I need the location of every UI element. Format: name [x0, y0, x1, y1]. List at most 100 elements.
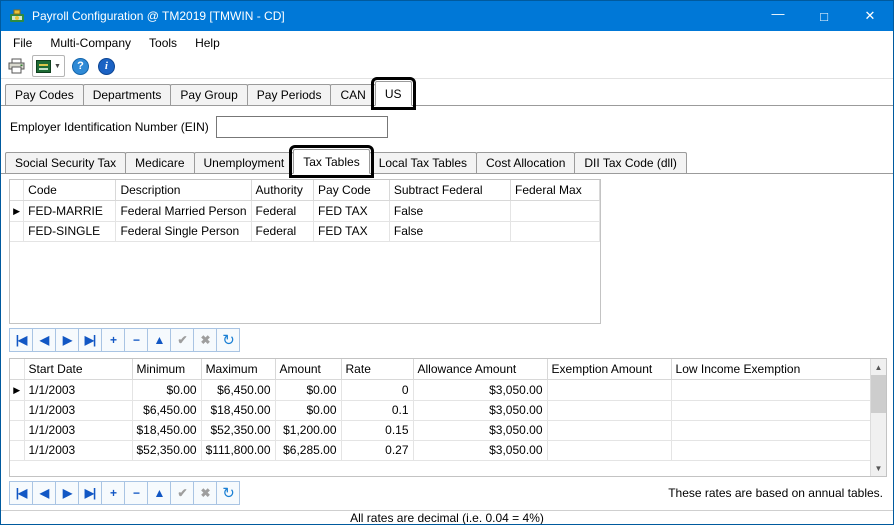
grid-cell[interactable]: $52,350.00: [201, 420, 275, 440]
grid-cell[interactable]: $0.00: [275, 379, 341, 400]
tab-dii-tax-code[interactable]: DII Tax Code (dll): [574, 152, 686, 173]
nav-prior-button[interactable]: ◀: [32, 481, 56, 505]
scrollbar-thumb[interactable]: [871, 375, 886, 413]
grid-cell[interactable]: $3,050.00: [413, 400, 547, 420]
table-row[interactable]: ▶ 1/1/2003 $0.00 $6,450.00 $0.00 0 $3,05…: [10, 379, 879, 400]
maximize-button[interactable]: □: [801, 1, 847, 31]
grid-cell[interactable]: $18,450.00: [132, 420, 201, 440]
tab-us[interactable]: US: [375, 81, 412, 106]
tab-pay-group[interactable]: Pay Group: [170, 84, 247, 105]
column-header-exemption-amount[interactable]: Exemption Amount: [547, 359, 671, 379]
column-header-federal-max[interactable]: Federal Max: [511, 180, 600, 200]
grid-cell[interactable]: 0.15: [341, 420, 413, 440]
grid-cell[interactable]: Federal: [251, 221, 314, 241]
nav-cancel-button[interactable]: ✖: [193, 328, 217, 352]
menu-multi-company[interactable]: Multi-Company: [41, 32, 140, 54]
help-button[interactable]: ?: [70, 55, 91, 77]
tab-pay-periods[interactable]: Pay Periods: [247, 84, 332, 105]
tab-unemployment[interactable]: Unemployment: [194, 152, 295, 173]
table-row[interactable]: ▶ FED-MARRIE Federal Married Person Fede…: [10, 200, 600, 221]
column-header-code[interactable]: Code: [24, 180, 116, 200]
column-header-authority[interactable]: Authority: [251, 180, 314, 200]
tab-pay-codes[interactable]: Pay Codes: [5, 84, 84, 105]
grid-cell[interactable]: [547, 400, 671, 420]
column-header-rate[interactable]: Rate: [341, 359, 413, 379]
menu-help[interactable]: Help: [186, 32, 229, 54]
grid-cell[interactable]: $52,350.00: [132, 440, 201, 460]
tab-social-security-tax[interactable]: Social Security Tax: [5, 152, 126, 173]
nav-prior-button[interactable]: ◀: [32, 328, 56, 352]
nav-delete-button[interactable]: −: [124, 481, 148, 505]
grid-cell[interactable]: Federal Single Person: [116, 221, 251, 241]
grid-cell[interactable]: $6,450.00: [201, 379, 275, 400]
column-header-description[interactable]: Description: [116, 180, 251, 200]
column-header-amount[interactable]: Amount: [275, 359, 341, 379]
grid-cell[interactable]: 0.27: [341, 440, 413, 460]
column-header-subtract-federal[interactable]: Subtract Federal: [389, 180, 510, 200]
grid-cell[interactable]: 0.1: [341, 400, 413, 420]
grid-cell[interactable]: [547, 440, 671, 460]
column-header-start-date[interactable]: Start Date: [24, 359, 132, 379]
grid-cell[interactable]: False: [389, 200, 510, 221]
column-header-pay-code[interactable]: Pay Code: [314, 180, 390, 200]
grid-cell[interactable]: [671, 379, 879, 400]
nav-refresh-button[interactable]: ↻: [216, 328, 240, 352]
grid-cell[interactable]: FED TAX: [314, 221, 390, 241]
grid-cell[interactable]: $3,050.00: [413, 379, 547, 400]
company-dropdown[interactable]: ▼: [32, 55, 65, 77]
grid-cell[interactable]: False: [389, 221, 510, 241]
tab-departments[interactable]: Departments: [83, 84, 172, 105]
grid-cell[interactable]: FED-SINGLE: [24, 221, 116, 241]
nav-post-button[interactable]: ✔: [170, 481, 194, 505]
grid-cell[interactable]: [511, 221, 600, 241]
grid-cell[interactable]: FED-MARRIE: [24, 200, 116, 221]
nav-insert-button[interactable]: +: [101, 328, 125, 352]
vertical-scrollbar[interactable]: ▲ ▼: [870, 359, 886, 476]
grid-cell[interactable]: [547, 379, 671, 400]
grid-cell[interactable]: $3,050.00: [413, 440, 547, 460]
nav-next-button[interactable]: ▶: [55, 481, 79, 505]
column-header-allowance-amount[interactable]: Allowance Amount: [413, 359, 547, 379]
menu-file[interactable]: File: [4, 32, 41, 54]
nav-post-button[interactable]: ✔: [170, 328, 194, 352]
grid-cell[interactable]: 1/1/2003: [24, 440, 132, 460]
grid-cell[interactable]: $3,050.00: [413, 420, 547, 440]
print-button[interactable]: [6, 55, 27, 77]
nav-first-button[interactable]: |◀: [9, 328, 33, 352]
grid-cell[interactable]: [547, 420, 671, 440]
table-row[interactable]: FED-SINGLE Federal Single Person Federal…: [10, 221, 600, 241]
nav-last-button[interactable]: ▶|: [78, 481, 102, 505]
tab-local-tax-tables[interactable]: Local Tax Tables: [369, 152, 477, 173]
grid-cell[interactable]: 0: [341, 379, 413, 400]
nav-refresh-button[interactable]: ↻: [216, 481, 240, 505]
scroll-up-icon[interactable]: ▲: [871, 359, 886, 375]
grid-cell[interactable]: [671, 440, 879, 460]
grid-cell[interactable]: [671, 420, 879, 440]
nav-edit-button[interactable]: ▲: [147, 481, 171, 505]
grid-cell[interactable]: Federal Married Person: [116, 200, 251, 221]
tab-can[interactable]: CAN: [330, 84, 375, 105]
grid-cell[interactable]: $1,200.00: [275, 420, 341, 440]
table-row[interactable]: 1/1/2003 $18,450.00 $52,350.00 $1,200.00…: [10, 420, 879, 440]
grid-cell[interactable]: Federal: [251, 200, 314, 221]
grid-cell[interactable]: $18,450.00: [201, 400, 275, 420]
grid-cell[interactable]: 1/1/2003: [24, 420, 132, 440]
grid-cell[interactable]: $0.00: [275, 400, 341, 420]
table-row[interactable]: 1/1/2003 $6,450.00 $18,450.00 $0.00 0.1 …: [10, 400, 879, 420]
close-button[interactable]: ✕: [847, 1, 893, 31]
menu-tools[interactable]: Tools: [140, 32, 186, 54]
grid-cell[interactable]: 1/1/2003: [24, 400, 132, 420]
nav-delete-button[interactable]: −: [124, 328, 148, 352]
table-row[interactable]: 1/1/2003 $52,350.00 $111,800.00 $6,285.0…: [10, 440, 879, 460]
nav-insert-button[interactable]: +: [101, 481, 125, 505]
tab-medicare[interactable]: Medicare: [125, 152, 194, 173]
nav-edit-button[interactable]: ▲: [147, 328, 171, 352]
tab-tax-tables[interactable]: Tax Tables: [293, 149, 369, 174]
grid-cell[interactable]: $0.00: [132, 379, 201, 400]
scrollbar-track[interactable]: [871, 375, 886, 460]
about-button[interactable]: i: [96, 55, 117, 77]
column-header-low-income-exemption[interactable]: Low Income Exemption: [671, 359, 879, 379]
grid-cell[interactable]: FED TAX: [314, 200, 390, 221]
scroll-down-icon[interactable]: ▼: [871, 460, 886, 476]
tab-cost-allocation[interactable]: Cost Allocation: [476, 152, 575, 173]
